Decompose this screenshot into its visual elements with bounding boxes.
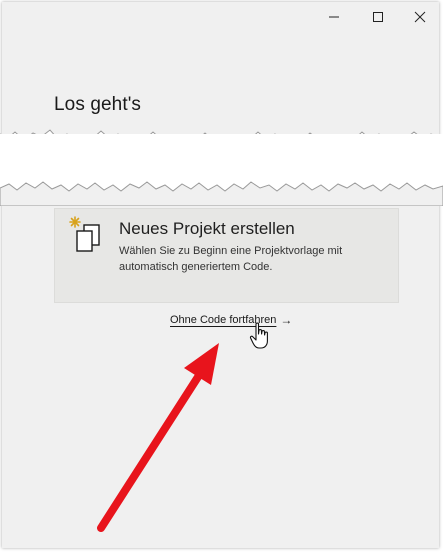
minimize-button[interactable] <box>311 2 357 32</box>
title-bar <box>2 2 439 32</box>
maximize-button[interactable] <box>355 2 401 32</box>
close-button[interactable] <box>397 2 443 32</box>
hand-pointer-icon <box>249 322 268 349</box>
card-description: Wählen Sie zu Beginn eine Projektvorlage… <box>119 245 343 273</box>
new-project-icon <box>69 216 100 252</box>
torn-edge-bottom <box>0 181 443 206</box>
minimize-icon <box>329 16 339 18</box>
maximize-icon <box>373 12 383 22</box>
close-icon <box>414 11 426 23</box>
card-title: Neues Projekt erstellen <box>119 219 295 238</box>
page-title: Los geht's <box>54 94 142 115</box>
continue-without-code-link[interactable]: Ohne Code fortfahren → <box>170 312 292 328</box>
new-project-card[interactable]: Neues Projekt erstellen Wählen Sie zu Be… <box>54 208 399 303</box>
arrow-right-icon: → <box>280 313 293 327</box>
